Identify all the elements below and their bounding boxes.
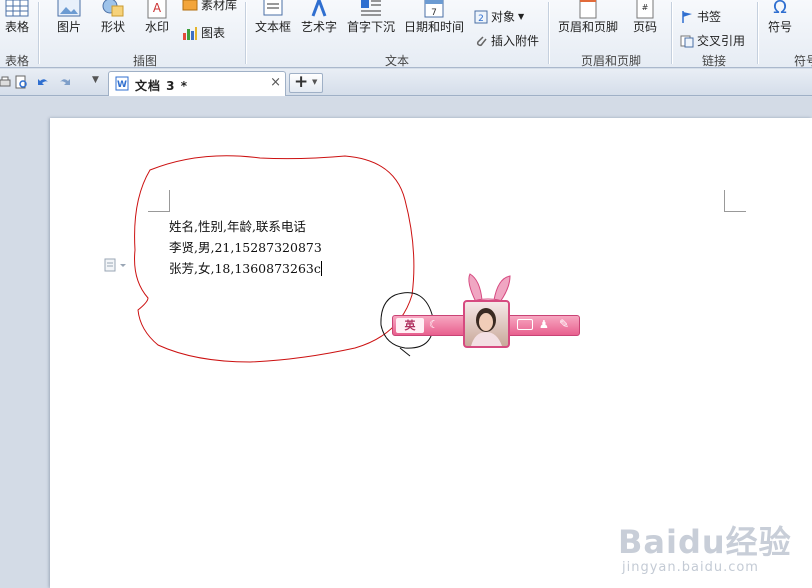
ime-avatar[interactable] <box>463 300 510 348</box>
avatar-portrait-icon <box>471 308 502 346</box>
ime-mode-toggle[interactable]: 英 <box>396 318 424 333</box>
user-icon[interactable]: ♟ <box>539 318 549 331</box>
wrench-icon[interactable]: ✎ <box>559 317 569 331</box>
red-annotation-outline <box>134 155 434 363</box>
baidu-watermark: Baidu经验 <box>618 523 792 561</box>
moon-icon[interactable]: ☾ <box>429 318 439 331</box>
baidu-watermark-url: jingyan.baidu.com <box>622 560 759 575</box>
keyboard-icon[interactable] <box>517 319 533 330</box>
